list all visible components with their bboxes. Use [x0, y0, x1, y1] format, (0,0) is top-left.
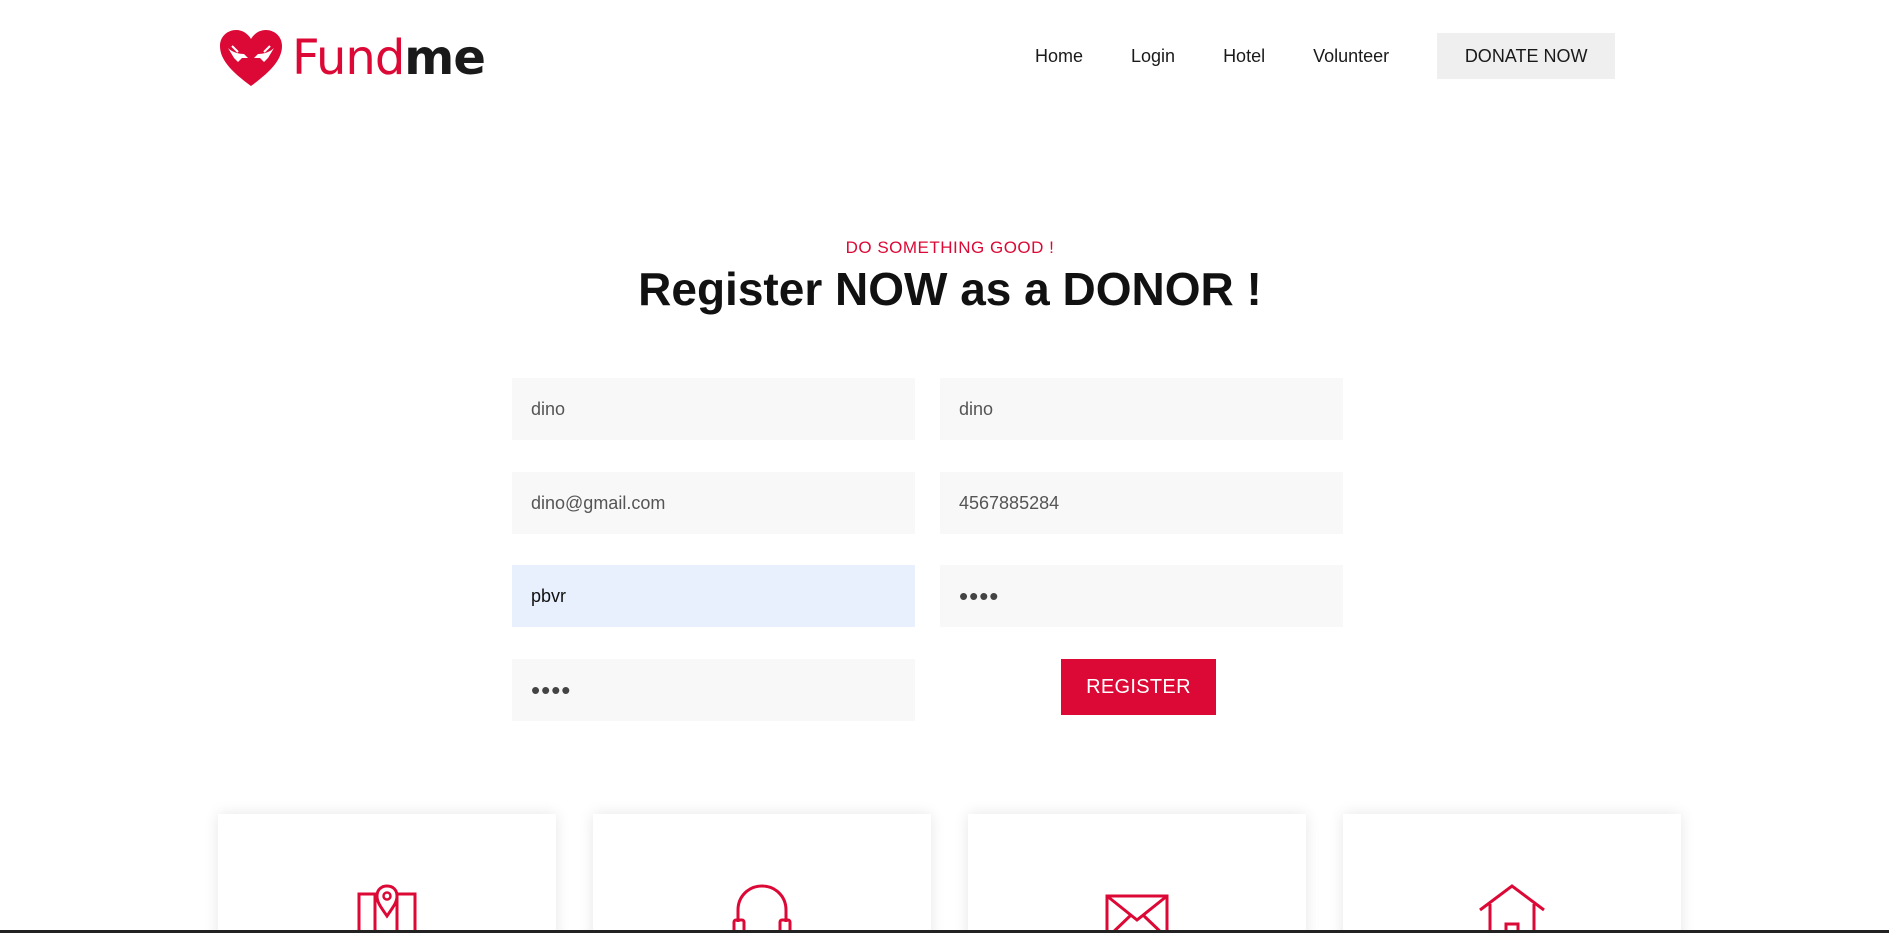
- info-card-address: [1343, 814, 1681, 933]
- register-button[interactable]: REGISTER: [1061, 659, 1216, 715]
- nav-home[interactable]: Home: [1035, 46, 1083, 67]
- home-icon: [1479, 884, 1545, 933]
- last-name-field[interactable]: dino: [940, 378, 1343, 440]
- brand-name: Fundme: [292, 28, 486, 88]
- headphones-icon: [732, 884, 792, 933]
- brand-logo[interactable]: Fundme: [218, 28, 486, 88]
- nav-volunteer[interactable]: Volunteer: [1313, 46, 1389, 67]
- map-pin-icon: [357, 884, 417, 933]
- page-title: Register NOW as a DONOR !: [638, 263, 1262, 315]
- confirm-password-field[interactable]: ••••: [512, 659, 915, 721]
- main-nav: Home Login Hotel Volunteer DONATE NOW: [1035, 33, 1616, 79]
- hero-eyebrow: DO SOMETHING GOOD !: [845, 238, 1055, 257]
- brand-name-part1: Fund: [292, 30, 405, 86]
- brand-name-part2: me: [404, 30, 486, 86]
- address-field[interactable]: pbvr: [512, 565, 915, 627]
- nav-login[interactable]: Login: [1131, 46, 1175, 67]
- email-field[interactable]: dino@gmail.com: [512, 472, 915, 534]
- first-name-field[interactable]: dino: [512, 378, 915, 440]
- password-field[interactable]: ••••: [940, 565, 1343, 627]
- info-card-location: [218, 814, 556, 933]
- heart-hands-icon: [220, 30, 282, 86]
- phone-field[interactable]: 4567885284: [940, 472, 1343, 534]
- envelope-icon: [1105, 894, 1169, 933]
- donate-now-button[interactable]: DONATE NOW: [1437, 33, 1616, 79]
- nav-hotel[interactable]: Hotel: [1223, 46, 1265, 67]
- info-card-support: [593, 814, 931, 933]
- info-card-email: [968, 814, 1306, 933]
- site-header: Fundme Home Login Hotel Volunteer DONATE…: [0, 0, 1889, 112]
